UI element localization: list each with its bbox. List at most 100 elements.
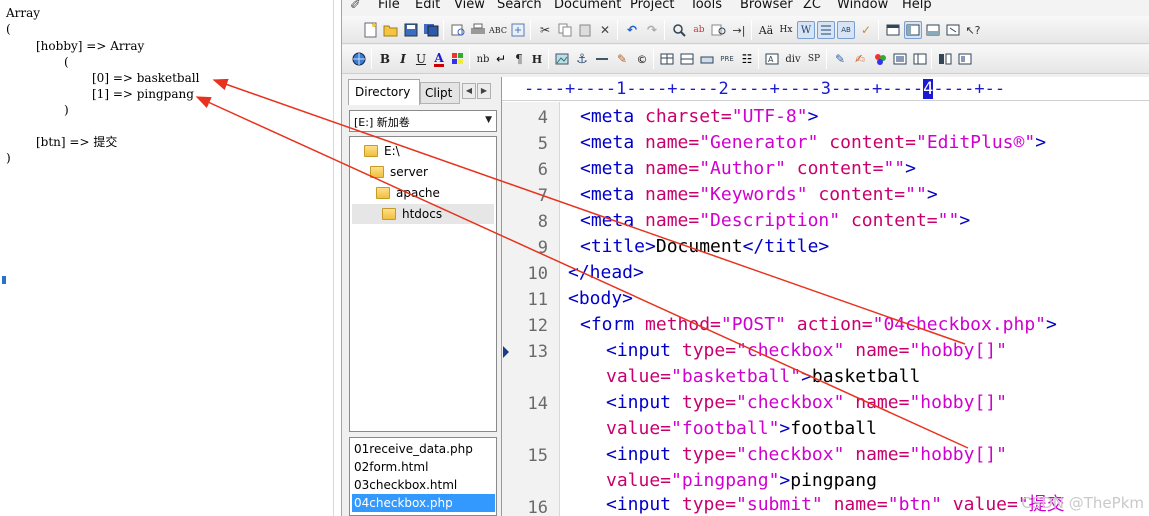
directory-window-icon[interactable] [904, 21, 922, 39]
editor-window: ✐ File Edit View Search Document Project… [341, 0, 1149, 516]
output-window-icon[interactable] [924, 21, 942, 39]
paste-icon[interactable] [576, 21, 594, 39]
line-number: 15 [527, 446, 548, 466]
color-picker-icon[interactable] [871, 50, 889, 68]
font-color-button[interactable]: A [430, 50, 448, 68]
frame-icon[interactable] [891, 50, 909, 68]
ruler-icon[interactable]: AB [837, 21, 855, 39]
browser-icon[interactable] [509, 21, 527, 39]
code-line: <input type="checkbox" name="hobby[]" [606, 340, 1007, 361]
line-number: 16 [527, 498, 548, 516]
tree-item-drive[interactable]: E:\ [364, 141, 400, 161]
copy-icon[interactable] [556, 21, 574, 39]
div-button[interactable]: div [783, 50, 803, 68]
form-icon[interactable]: A [763, 50, 781, 68]
file-item-selected[interactable]: 04checkbox.php [352, 494, 495, 512]
tab-cliptext[interactable]: Clipt [420, 82, 460, 104]
menu-search[interactable]: Search [497, 0, 542, 12]
file-list: 01receive_data.php 02form.html 03checkbo… [349, 437, 497, 516]
tree-item-htdocs[interactable]: htdocs [352, 204, 494, 224]
replace-icon[interactable]: ab [690, 21, 708, 39]
html-toolbar: B I U A nb ↵ ¶ H ⚓ ✎ © PRE ☷ A div SP ✎ … [342, 45, 1149, 74]
hex-icon[interactable]: Hx [777, 21, 795, 39]
paragraph-button[interactable]: ¶ [510, 50, 528, 68]
print-preview-icon[interactable] [449, 21, 467, 39]
span-button[interactable]: SP [805, 50, 823, 68]
spell-check-mark-icon[interactable]: ✓ [857, 21, 875, 39]
split-window-icon[interactable] [936, 50, 954, 68]
copyright-icon[interactable]: © [633, 50, 651, 68]
menu-view[interactable]: View [454, 0, 485, 12]
menu-tools[interactable]: Tools [690, 0, 722, 12]
menu-help[interactable]: Help [902, 0, 932, 12]
line-number-current: 13 [527, 342, 548, 362]
find-icon[interactable] [670, 21, 688, 39]
line-break-icon[interactable]: ↵ [492, 50, 510, 68]
open-file-icon[interactable] [382, 21, 400, 39]
layout-icon[interactable] [911, 50, 929, 68]
tab-scroll-right-icon[interactable]: ▶ [477, 83, 491, 99]
undo-icon[interactable]: ↶ [623, 21, 641, 39]
drive-select[interactable]: [E:] 新加卷 ▼ [349, 110, 497, 132]
menu-file[interactable]: File [378, 0, 400, 12]
color-grid-icon[interactable] [449, 50, 467, 68]
code-editor[interactable]: ----+----1----+----2----+----3----+----4… [501, 77, 1149, 516]
font-icon[interactable]: Aä [757, 21, 775, 39]
file-item[interactable]: 03checkbox.html [352, 476, 495, 494]
print-icon[interactable] [469, 21, 487, 39]
file-item[interactable]: 02form.html [352, 458, 495, 476]
redo-icon[interactable]: ↷ [643, 21, 661, 39]
cut-icon[interactable]: ✂ [536, 21, 554, 39]
goto-line-icon[interactable]: →| [730, 21, 748, 39]
chevron-down-icon: ▼ [485, 115, 492, 125]
italic-button[interactable]: I [394, 50, 412, 68]
menu-browser[interactable]: Browser [740, 0, 793, 12]
tab-directory[interactable]: Directory [348, 79, 420, 105]
menu-document[interactable]: Document [554, 0, 621, 12]
new-file-icon[interactable] [362, 21, 380, 39]
line-number: 9 [537, 238, 548, 258]
help-pointer-icon[interactable]: ↖? [964, 21, 982, 39]
folder-icon [370, 166, 384, 178]
menu-window[interactable]: Window [837, 0, 888, 12]
globe-icon[interactable] [350, 50, 368, 68]
heading-button[interactable]: H [528, 50, 546, 68]
file-item[interactable]: 01receive_data.php [352, 440, 495, 458]
tree-item-apache[interactable]: apache [376, 183, 440, 203]
output-line-basketball: [0] => basketball [92, 71, 200, 85]
preview-window-icon[interactable] [956, 50, 974, 68]
fullscreen-icon[interactable] [944, 21, 962, 39]
word-wrap-icon[interactable]: W [797, 21, 815, 39]
editplus-icon: ✐ [350, 0, 361, 13]
bold-button[interactable]: B [376, 50, 394, 68]
horizontal-rule-icon[interactable] [593, 50, 611, 68]
nbsp-button[interactable]: nb [474, 50, 492, 68]
tab-scroll-left-icon[interactable]: ◀ [462, 83, 476, 99]
save-all-icon[interactable] [422, 21, 440, 39]
marker-icon[interactable]: ✍ [851, 50, 869, 68]
underline-button[interactable]: U [412, 50, 430, 68]
spellcheck-icon[interactable]: ABC [489, 21, 507, 39]
table-icon[interactable] [658, 50, 676, 68]
folder-icon [364, 145, 378, 157]
tree-item-server[interactable]: server [370, 162, 428, 182]
image-icon[interactable] [553, 50, 571, 68]
code-line: <input type="checkbox" name="hobby[]" [606, 392, 1007, 413]
edit-html-icon[interactable]: ✎ [831, 50, 849, 68]
window-icon[interactable] [884, 21, 902, 39]
find-in-files-icon[interactable] [710, 21, 728, 39]
table-row-icon[interactable] [678, 50, 696, 68]
line-number-icon[interactable] [817, 21, 835, 39]
pencil-icon[interactable]: ✎ [613, 50, 631, 68]
anchor-icon[interactable]: ⚓ [573, 50, 591, 68]
menu-edit[interactable]: Edit [415, 0, 440, 12]
menu-project[interactable]: Project [630, 0, 674, 12]
save-icon[interactable] [402, 21, 420, 39]
table-data-icon[interactable] [698, 50, 716, 68]
pre-icon[interactable]: PRE [718, 50, 736, 68]
list-icon[interactable]: ☷ [738, 50, 756, 68]
menu-zc[interactable]: ZC [803, 0, 821, 12]
output-line: ) [6, 151, 11, 165]
delete-icon[interactable]: ✕ [596, 21, 614, 39]
column-ruler: ----+----1----+----2----+----3----+----4… [502, 77, 1149, 101]
